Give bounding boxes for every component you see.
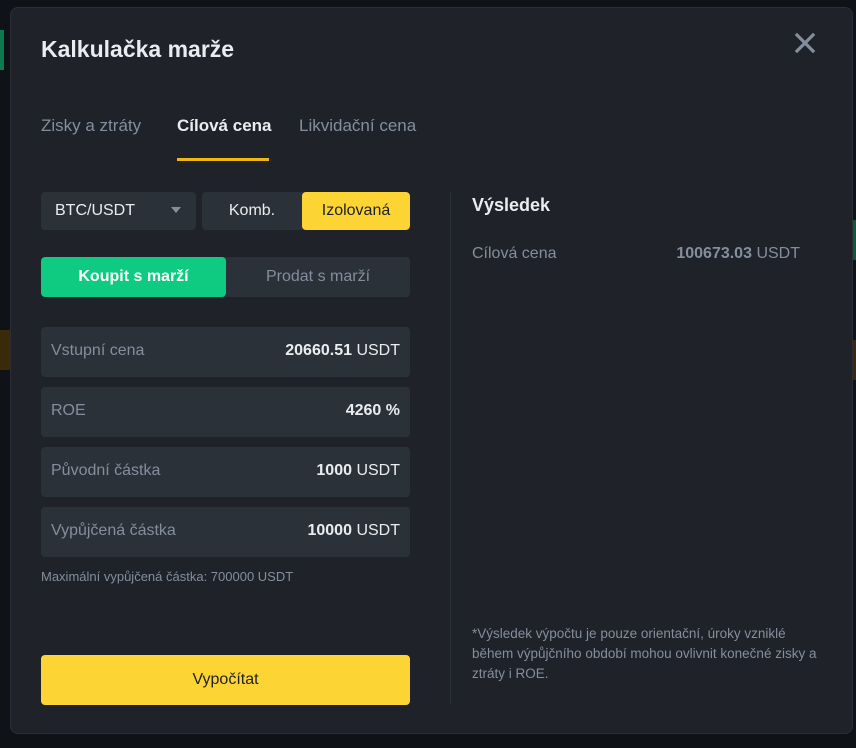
modal-title: Kalkulačka marže	[41, 36, 235, 62]
isolated-margin-button[interactable]: Izolovaná	[302, 192, 410, 230]
roe-field[interactable]: ROE 4260 %	[41, 387, 410, 437]
entry-price-field[interactable]: Vstupní cena 20660.51 USDT	[41, 327, 410, 377]
calculate-button[interactable]: Vypočítat	[41, 655, 410, 705]
chart-candle	[0, 30, 4, 70]
close-icon	[794, 32, 816, 54]
entry-price-unit: USDT	[356, 342, 400, 359]
entry-price-value: 20660.51	[285, 342, 352, 359]
initial-amount-unit: USDT	[356, 462, 400, 479]
target-price-unit: USDT	[756, 245, 800, 262]
pair-select-value: BTC/USDT	[55, 202, 135, 219]
tab-target-price[interactable]: Cílová cena	[177, 116, 272, 136]
sell-margin-button[interactable]: Prodat s marží	[226, 257, 410, 297]
caret-down-icon	[171, 207, 181, 213]
result-title: Výsledek	[472, 195, 551, 215]
roe-label: ROE	[51, 402, 86, 419]
side-toggle: Koupit s marží Prodat s marží	[41, 257, 410, 297]
borrowed-amount-field[interactable]: Vypůjčená částka 10000 USDT	[41, 507, 410, 557]
close-button[interactable]	[792, 30, 818, 56]
buy-margin-button[interactable]: Koupit s marží	[41, 257, 226, 297]
chart-highlight	[0, 330, 10, 370]
tab-liquidation-price[interactable]: Likvidační cena	[299, 116, 416, 136]
initial-amount-field[interactable]: Původní částka 1000 USDT	[41, 447, 410, 497]
margin-calculator-modal: Kalkulačka marže Zisky a ztráty Cílová c…	[10, 7, 853, 734]
tab-profit-loss[interactable]: Zisky a ztráty	[41, 116, 141, 136]
entry-price-label: Vstupní cena	[51, 342, 145, 359]
active-tab-indicator	[177, 158, 269, 161]
roe-unit: %	[385, 402, 400, 419]
pair-select[interactable]: BTC/USDT	[41, 192, 196, 230]
margin-mode-toggle: Komb. Izolovaná	[202, 192, 410, 230]
initial-amount-value: 1000	[316, 462, 352, 479]
disclaimer-text: *Výsledek výpočtu je pouze orientační, ú…	[472, 626, 817, 681]
borrowed-amount-label: Vypůjčená částka	[51, 522, 176, 539]
target-price-label: Cílová cena	[472, 245, 557, 262]
panel-divider	[450, 192, 451, 705]
borrowed-amount-value: 10000	[307, 522, 352, 539]
cross-margin-button[interactable]: Komb.	[202, 192, 302, 230]
roe-value: 4260	[345, 402, 382, 419]
target-price-value: 100673.03	[676, 245, 752, 262]
borrowed-amount-unit: USDT	[356, 522, 400, 539]
max-borrow-note: Maximální vypůjčená částka: 700000 USDT	[41, 569, 294, 584]
initial-amount-label: Původní částka	[51, 462, 161, 479]
